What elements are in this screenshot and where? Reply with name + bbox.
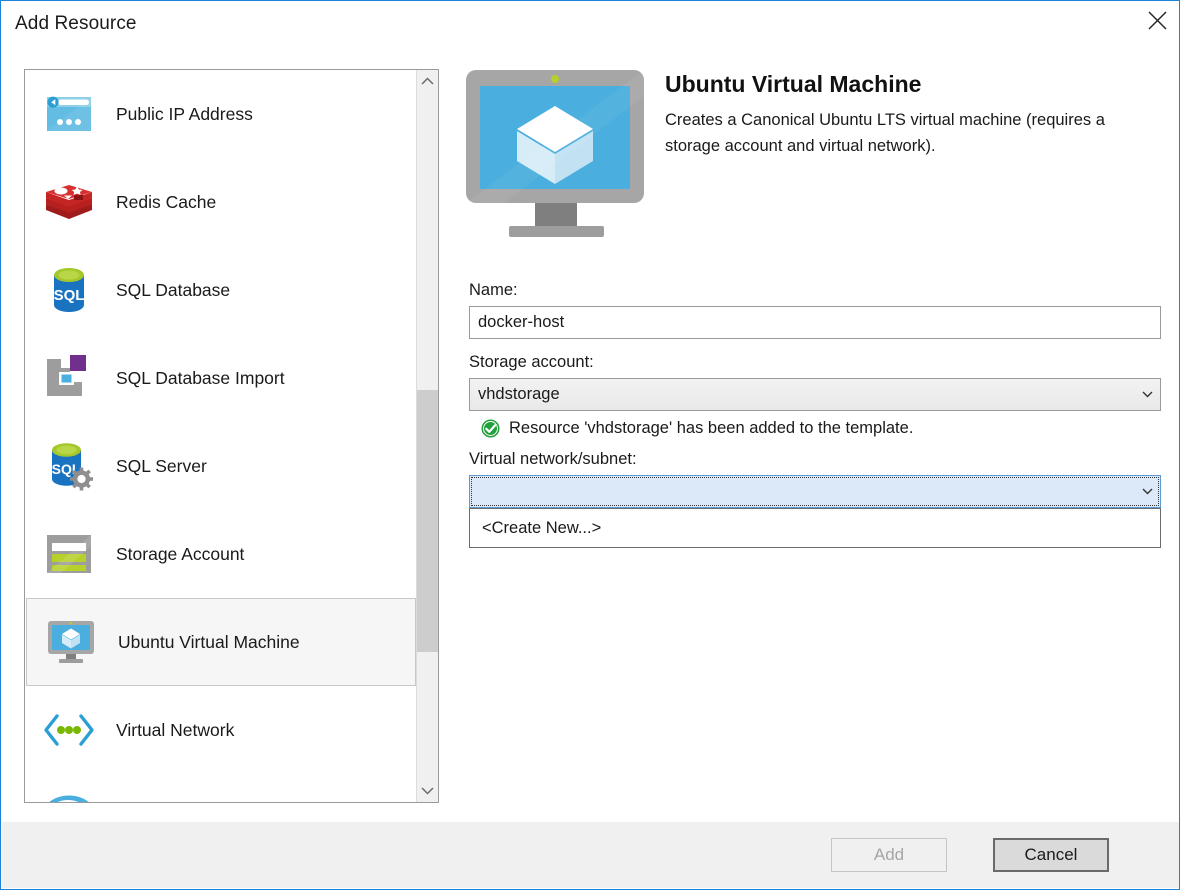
detail-header: Ubuntu Virtual Machine Creates a Canonic… bbox=[461, 63, 1161, 248]
list-item[interactable] bbox=[25, 774, 417, 802]
virtual-network-icon bbox=[41, 702, 97, 758]
form-area: Name: Storage account: vhdstorage bbox=[469, 281, 1161, 548]
list-item[interactable]: SQL SQL Server bbox=[25, 422, 417, 510]
dialog-title: Add Resource bbox=[15, 13, 137, 34]
sql-database-icon: SQL bbox=[41, 262, 97, 318]
scrollbar-thumb[interactable] bbox=[417, 390, 438, 652]
success-check-icon bbox=[481, 419, 500, 438]
ubuntu-virtual-machine-icon bbox=[464, 66, 649, 241]
chevron-down-icon[interactable] bbox=[417, 780, 438, 802]
sql-server-icon: SQL bbox=[41, 438, 97, 494]
public-ip-address-icon bbox=[41, 86, 97, 142]
redis-cache-icon bbox=[41, 174, 97, 230]
dialog-footer: Add Cancel bbox=[2, 821, 1179, 888]
storage-account-label: Storage account: bbox=[469, 353, 594, 371]
vnet-label: Virtual network/subnet: bbox=[469, 450, 637, 468]
cancel-button[interactable]: Cancel bbox=[993, 838, 1109, 872]
list-item-label: Public IP Address bbox=[116, 103, 253, 124]
title-bar: Add Resource bbox=[2, 2, 1179, 46]
chevron-down-icon bbox=[1134, 488, 1160, 495]
list-item[interactable]: Redis Cache bbox=[25, 158, 417, 246]
vnet-dropdown-list[interactable]: <Create New...> bbox=[469, 508, 1161, 548]
status-text: Resource 'vhdstorage' has been added to … bbox=[509, 419, 914, 437]
list-item[interactable]: SQL SQL Database bbox=[25, 246, 417, 334]
list-item[interactable]: SQL Database Import bbox=[25, 334, 417, 422]
list-item-label: Storage Account bbox=[116, 543, 245, 564]
chevron-down-icon bbox=[1134, 391, 1160, 398]
detail-description: Creates a Canonical Ubuntu LTS virtual m… bbox=[665, 111, 1105, 155]
list-item-label: SQL Database Import bbox=[116, 367, 285, 388]
add-button[interactable]: Add bbox=[831, 838, 947, 872]
list-item[interactable]: Virtual Network bbox=[25, 686, 417, 774]
list-item[interactable]: Storage Account bbox=[25, 510, 417, 598]
list-item-label: SQL Server bbox=[116, 455, 207, 476]
name-label: Name: bbox=[469, 281, 518, 299]
list-item-label: Ubuntu Virtual Machine bbox=[118, 631, 300, 652]
name-input[interactable] bbox=[469, 306, 1161, 339]
resource-list-panel: Public IP Address Redis Cache SQL SQL Da… bbox=[24, 69, 439, 803]
chevron-up-icon[interactable] bbox=[417, 70, 438, 92]
storage-account-value: vhdstorage bbox=[478, 385, 560, 403]
list-item[interactable]: Public IP Address bbox=[25, 70, 417, 158]
name-field-block: Name: bbox=[469, 281, 1161, 339]
list-item-label: Virtual Network bbox=[116, 719, 235, 740]
page-title: Ubuntu Virtual Machine bbox=[665, 71, 922, 97]
storage-account-field-block: Storage account: vhdstorage bbox=[469, 353, 1161, 411]
status-message: Resource 'vhdstorage' has been added to … bbox=[469, 419, 1161, 438]
list-item-label: Redis Cache bbox=[116, 191, 217, 212]
list-item-ubuntu-virtual-machine[interactable]: Ubuntu Virtual Machine bbox=[26, 598, 416, 686]
list-scrollbar[interactable] bbox=[416, 70, 438, 802]
dropdown-option-create-new[interactable]: <Create New...> bbox=[470, 509, 1160, 547]
storage-account-select[interactable]: vhdstorage bbox=[469, 378, 1161, 411]
sql-database-import-icon bbox=[41, 350, 97, 406]
detail-pane: Ubuntu Virtual Machine Creates a Canonic… bbox=[461, 63, 1161, 803]
close-icon[interactable] bbox=[1134, 2, 1179, 38]
ubuntu-virtual-machine-icon bbox=[43, 614, 99, 670]
add-resource-dialog: Add Resource Public IP Address Redis Cac… bbox=[0, 0, 1180, 890]
resource-list[interactable]: Public IP Address Redis Cache SQL SQL Da… bbox=[25, 70, 417, 802]
vnet-select[interactable] bbox=[469, 475, 1161, 508]
storage-account-icon bbox=[41, 526, 97, 582]
list-item-label: SQL Database bbox=[116, 279, 231, 300]
svg-text:SQL: SQL bbox=[54, 287, 85, 304]
web-app-icon bbox=[41, 790, 97, 802]
vnet-field-block: Virtual network/subnet: <Create New...> bbox=[469, 450, 1161, 548]
